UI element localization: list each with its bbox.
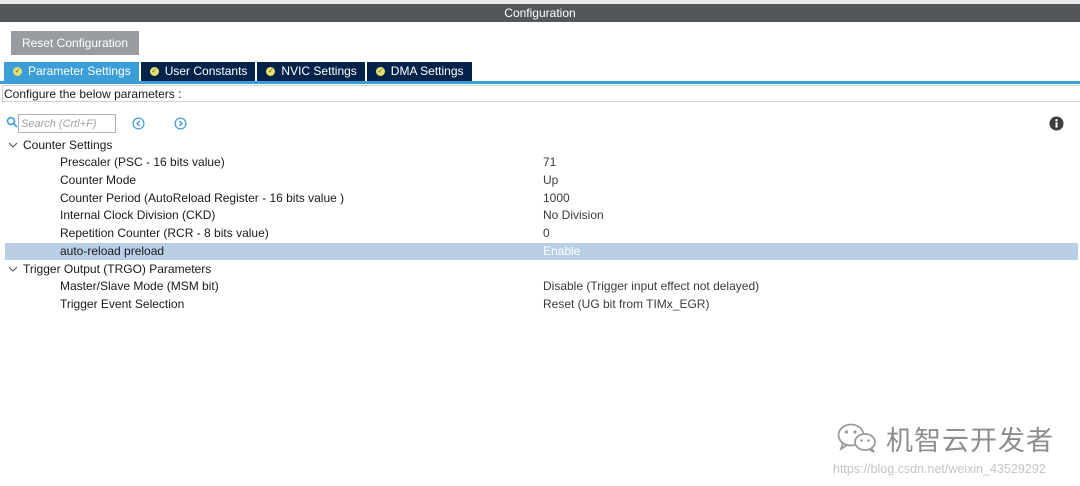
- search-next-icon[interactable]: [174, 117, 187, 130]
- tab-label: User Constants: [164, 64, 248, 78]
- group-label: Trigger Output (TRGO) Parameters: [23, 262, 212, 276]
- param-name: Counter Mode: [60, 173, 137, 187]
- tab-label: DMA Settings: [390, 64, 464, 78]
- param-row[interactable]: Prescaler (PSC - 16 bits value) 71: [5, 154, 1078, 171]
- tab-label: NVIC Settings: [281, 64, 357, 78]
- param-row[interactable]: Master/Slave Mode (MSM bit) Disable (Tri…: [5, 278, 1078, 295]
- check-circle-icon: ✓: [149, 67, 159, 76]
- param-row[interactable]: Counter Period (AutoReload Register - 16…: [5, 190, 1078, 207]
- watermark-url: https://blog.csdn.net/weixin_43529292: [833, 462, 1046, 476]
- param-value[interactable]: Enable: [543, 243, 580, 260]
- param-value[interactable]: Disable (Trigger input effect not delaye…: [543, 278, 759, 295]
- group-counter-settings[interactable]: Counter Settings: [5, 137, 1078, 154]
- configure-label: Configure the below parameters :: [2, 85, 1080, 102]
- tab-nvic-settings[interactable]: ✓ NVIC Settings: [257, 62, 365, 81]
- param-value[interactable]: 1000: [543, 190, 570, 207]
- tab-dma-settings[interactable]: ✓ DMA Settings: [366, 62, 472, 81]
- chevron-down-icon: [8, 266, 18, 272]
- tab-label: Parameter Settings: [28, 64, 131, 78]
- tab-user-constants[interactable]: ✓ User Constants: [140, 62, 256, 81]
- watermark: 机智云开发者: [836, 420, 1054, 457]
- param-value[interactable]: 71: [543, 154, 556, 171]
- param-value[interactable]: Up: [543, 172, 558, 189]
- check-circle-icon: ✓: [375, 67, 385, 76]
- param-row[interactable]: Trigger Event Selection Reset (UG bit fr…: [5, 296, 1078, 313]
- param-name: Repetition Counter (RCR - 8 bits value): [60, 226, 269, 240]
- param-name: auto-reload preload: [60, 244, 165, 258]
- tab-parameter-settings[interactable]: ✓ Parameter Settings: [4, 62, 139, 81]
- param-name: Trigger Event Selection: [60, 297, 185, 311]
- param-row[interactable]: Counter Mode Up: [5, 172, 1078, 189]
- check-circle-icon: ✓: [13, 67, 22, 76]
- param-row[interactable]: Repetition Counter (RCR - 8 bits value) …: [5, 225, 1078, 242]
- search-previous-icon[interactable]: [132, 117, 145, 130]
- chevron-down-icon: [8, 142, 18, 148]
- param-row[interactable]: Internal Clock Division (CKD) No Divisio…: [5, 207, 1078, 224]
- param-value[interactable]: 0: [543, 225, 550, 242]
- param-name: Master/Slave Mode (MSM bit): [60, 279, 219, 293]
- tab-underline: [0, 81, 1080, 84]
- watermark-text: 机智云开发者: [886, 425, 1054, 457]
- param-name: Counter Period (AutoReload Register - 16…: [60, 191, 345, 205]
- check-circle-icon: ✓: [266, 67, 276, 76]
- reset-configuration-button[interactable]: Reset Configuration: [11, 31, 139, 55]
- info-icon[interactable]: [1049, 116, 1064, 131]
- param-value[interactable]: No Division: [543, 207, 604, 224]
- tab-bar: ✓ Parameter Settings ✓ User Constants ✓ …: [4, 62, 474, 81]
- param-name: Prescaler (PSC - 16 bits value): [60, 155, 225, 169]
- param-row-selected[interactable]: auto-reload preload Enable: [5, 243, 1078, 260]
- param-value[interactable]: Reset (UG bit from TIMx_EGR): [543, 296, 709, 313]
- param-name: Internal Clock Division (CKD): [60, 208, 216, 222]
- panel-title: Configuration: [0, 4, 1080, 22]
- group-trigger-output[interactable]: Trigger Output (TRGO) Parameters: [5, 261, 1078, 278]
- group-label: Counter Settings: [23, 138, 113, 152]
- search-input[interactable]: [18, 114, 116, 133]
- search-icon: [6, 116, 18, 128]
- wechat-icon: [837, 423, 876, 453]
